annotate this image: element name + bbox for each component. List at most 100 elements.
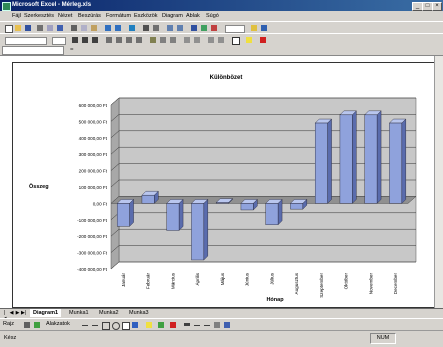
font-dropdown[interactable] [3,35,47,45]
bar[interactable] [190,198,209,261]
align-center-icon[interactable] [114,35,124,45]
dash-style-icon[interactable] [192,320,202,330]
menu-view[interactable]: Nézet [58,12,72,20]
line-style-icon[interactable] [182,320,192,330]
menu-format[interactable]: Formátum [106,12,131,20]
bar[interactable] [388,118,407,204]
chart-area[interactable]: 600 000,00 Ft 500 000,00 Ft 400 000,00 Ft 3… [12,62,439,308]
draw-menu-button[interactable]: Rajz [3,320,14,329]
chart-wizard-icon[interactable] [189,23,199,33]
copy-icon[interactable] [79,23,89,33]
font-color-icon[interactable] [258,35,268,45]
cut-icon[interactable] [69,23,79,33]
bar-face [339,114,353,204]
autoshapes-menu-button[interactable]: Alakzatok [46,320,70,329]
print-icon[interactable] [35,23,45,33]
tab-munka1[interactable]: Munka1 [66,309,92,317]
bar[interactable] [289,198,308,210]
3d-icon[interactable] [222,320,232,330]
zoom-dropdown[interactable] [223,23,245,33]
bar[interactable] [339,110,357,204]
select-objects-icon[interactable] [22,320,32,330]
x-tick-label: Szeptember [319,273,324,298]
bar[interactable] [265,198,283,226]
wordart-icon[interactable] [130,320,140,330]
shadow-icon[interactable] [212,320,222,330]
fill-color-draw-icon[interactable] [144,320,154,330]
increase-indent-icon[interactable] [216,35,226,45]
menu-insert[interactable]: Beszúrás [78,12,101,20]
arrow-icon[interactable] [90,320,100,330]
arrow-style-icon[interactable] [202,320,212,330]
font-size-dropdown[interactable] [50,35,66,45]
menu-help[interactable]: Súgó [206,12,219,20]
menu-file[interactable]: Fájl [12,12,21,20]
align-left-icon[interactable] [104,35,114,45]
name-box[interactable] [2,46,64,55]
drawing-icon[interactable] [209,23,219,33]
menu-chart[interactable]: Diagram [162,12,183,20]
autosum-icon[interactable] [141,23,151,33]
bar[interactable] [240,198,258,211]
prev-sheet-button[interactable]: ◀ [9,310,14,316]
underline-icon[interactable] [90,35,100,45]
bar-face [240,203,254,211]
menu-tools[interactable]: Eszközök [134,12,158,20]
fill-color-icon[interactable] [244,35,254,45]
save-icon[interactable] [23,23,33,33]
merge-center-icon[interactable] [134,35,144,45]
italic-icon[interactable] [80,35,90,45]
tab-diagram1[interactable]: Diagram1 [30,309,62,317]
new-icon[interactable] [3,23,13,33]
bar-side [129,198,134,227]
paste-icon[interactable] [89,23,99,33]
last-sheet-button[interactable]: ▶| [21,310,26,316]
tab-munka3[interactable]: Munka3 [126,309,152,317]
decrease-decimal-icon[interactable] [192,35,202,45]
oval-icon[interactable] [110,320,120,330]
decrease-indent-icon[interactable] [206,35,216,45]
spellcheck-icon[interactable] [55,23,65,33]
tab-munka2[interactable]: Munka2 [96,309,122,317]
bar[interactable] [314,118,333,204]
print-preview-icon[interactable] [45,23,55,33]
office-assistant-icon[interactable] [249,23,259,33]
comma-style-icon[interactable] [168,35,178,45]
help-icon[interactable] [259,23,269,33]
bar[interactable] [166,198,184,231]
text-box-icon[interactable] [120,320,130,330]
next-sheet-button[interactable]: ▶ [15,310,20,316]
bar[interactable] [364,110,382,204]
line-color-icon[interactable] [156,320,166,330]
map-icon[interactable] [199,23,209,33]
redo-icon[interactable] [113,23,123,33]
increase-decimal-icon[interactable] [182,35,192,45]
line-icon[interactable] [80,320,90,330]
open-icon[interactable] [13,23,23,33]
free-rotate-icon[interactable] [32,320,42,330]
bar-side [277,198,283,226]
function-icon[interactable] [151,23,161,33]
percent-icon[interactable] [158,35,168,45]
first-sheet-button[interactable]: |◀ [2,310,7,322]
bar[interactable] [116,198,135,227]
excel-app-icon[interactable] [2,2,11,11]
y-tick-label: 600 000,00 Ft [79,103,108,108]
sort-descending-icon[interactable] [175,23,185,33]
bar[interactable] [141,190,159,204]
hyperlink-icon[interactable] [127,23,137,33]
close-button[interactable]: × [432,2,442,11]
menu-window[interactable]: Ablak [186,12,200,20]
vertical-scrollbar[interactable] [434,56,443,308]
borders-icon[interactable] [230,35,240,45]
y-tick-label: -100 000,00 Ft [77,218,108,223]
menu-edit[interactable]: Szerkesztés [24,12,54,20]
bold-icon[interactable] [70,35,80,45]
sort-ascending-icon[interactable] [165,23,175,33]
rectangle-icon[interactable] [100,320,110,330]
align-right-icon[interactable] [124,35,134,45]
font-color-draw-icon[interactable] [168,320,178,330]
bar-face [364,114,378,204]
currency-icon[interactable] [148,35,158,45]
undo-icon[interactable] [103,23,113,33]
